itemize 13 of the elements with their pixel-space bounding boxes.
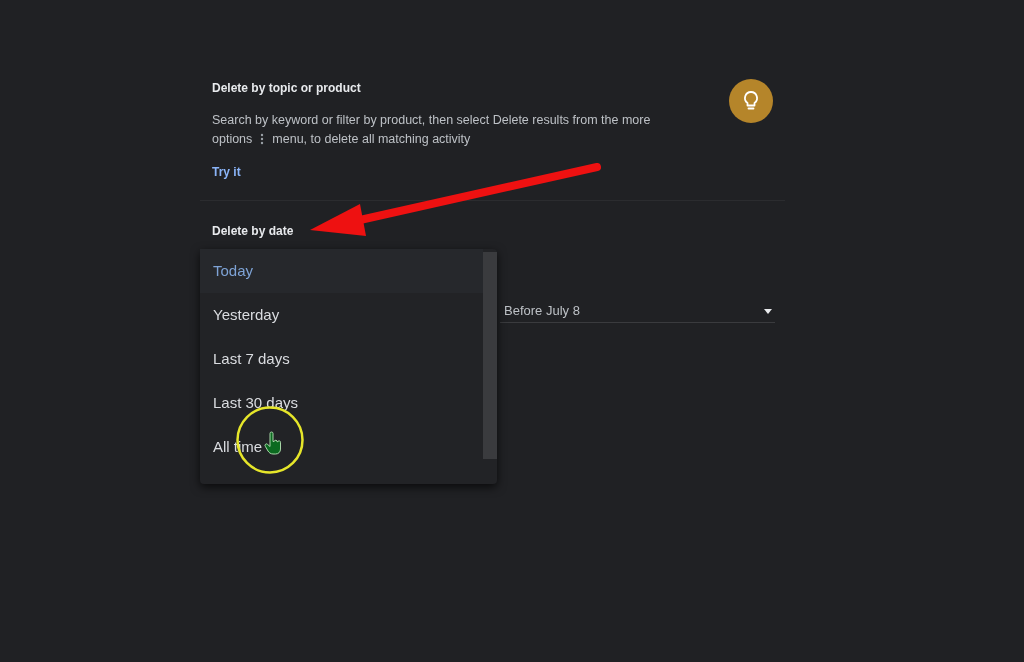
hand-cursor-icon — [263, 431, 283, 455]
vertical-dots-icon — [260, 132, 265, 145]
caret-icon — [764, 308, 772, 314]
section-title: Delete by date — [212, 223, 295, 239]
scrollbar[interactable] — [483, 252, 497, 459]
menu-item[interactable]: Last 7 days — [200, 337, 483, 381]
date-select[interactable]: Before July 8 — [500, 300, 775, 323]
try-it-link[interactable]: Try it — [212, 164, 241, 180]
lightbulb-icon — [729, 79, 773, 123]
menu-item[interactable]: Today — [200, 249, 483, 293]
menu-item[interactable]: Yesterday — [200, 293, 483, 337]
description-text: Search by keyword or filter by product, then select Delete results from the more options menu, to delete all matching activity — [212, 112, 652, 148]
section-title: Delete by topic or product — [212, 80, 362, 96]
